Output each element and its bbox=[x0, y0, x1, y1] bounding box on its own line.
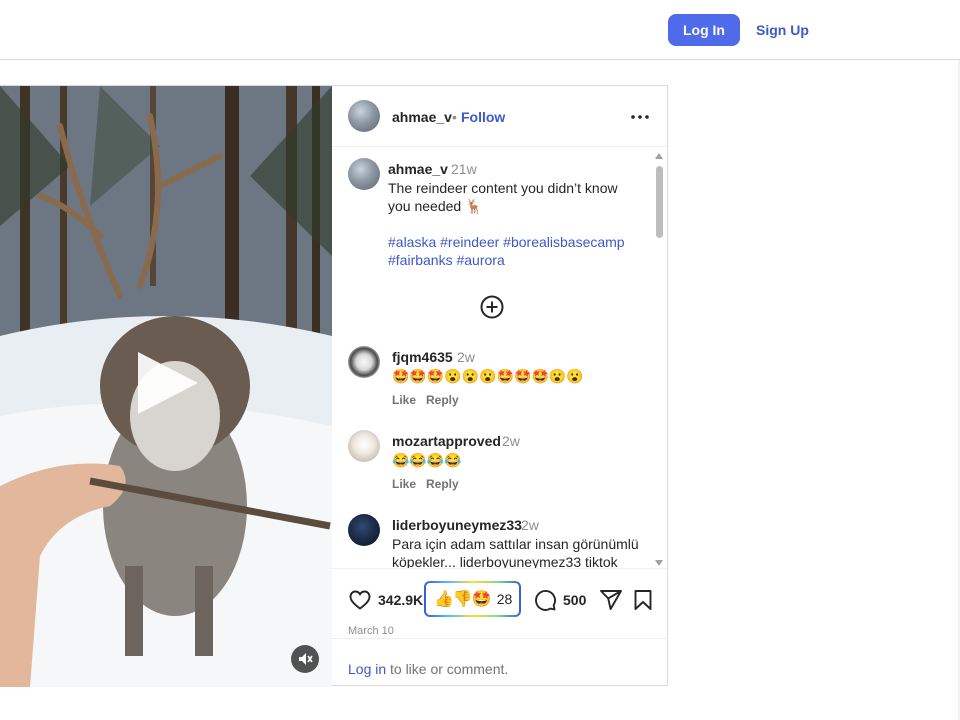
avatar[interactable] bbox=[348, 158, 380, 190]
comment-username[interactable]: mozartapproved bbox=[392, 433, 501, 449]
post-video[interactable] bbox=[0, 86, 332, 687]
heart-icon[interactable] bbox=[348, 588, 372, 612]
comments-list[interactable]: ahmae_v 21w The reindeer content you did… bbox=[332, 148, 667, 568]
caption-time: 21w bbox=[451, 161, 477, 177]
reactions-button[interactable]: 👍👎🤩 28 bbox=[424, 581, 521, 617]
comments-scrollbar[interactable] bbox=[653, 151, 665, 571]
avatar[interactable] bbox=[348, 514, 380, 546]
post-actions-bar: 342.9K 👍👎🤩 28 500 March 10 bbox=[332, 568, 667, 638]
top-navigation-bar: Log In Sign Up bbox=[0, 0, 960, 60]
speaker-muted-icon[interactable] bbox=[291, 645, 319, 673]
scroll-up-arrow-icon[interactable] bbox=[655, 153, 663, 159]
caption-hashtags[interactable]: #alaska #reindeer #borealisbasecamp #fai… bbox=[388, 233, 638, 269]
comment-text: 🤩🤩🤩😮😮😮🤩🤩🤩😮😮 bbox=[392, 368, 584, 384]
scroll-down-arrow-icon[interactable] bbox=[655, 560, 663, 566]
comment-reply-button[interactable]: Reply bbox=[426, 477, 459, 491]
scroll-thumb[interactable] bbox=[656, 166, 663, 238]
post-side-panel: ahmae_v • Follow ahmae_v 21w The reindee… bbox=[332, 86, 667, 687]
signup-link[interactable]: Sign Up bbox=[756, 22, 809, 38]
comment-time: 2w bbox=[457, 349, 475, 365]
comment-like-button[interactable]: Like bbox=[392, 393, 416, 407]
add-circle-icon[interactable] bbox=[480, 295, 504, 319]
comment-time: 2w bbox=[521, 517, 539, 533]
comment-username[interactable]: fjqm4635 bbox=[392, 349, 453, 365]
reaction-emojis: 👍👎🤩 bbox=[434, 591, 492, 608]
login-prompt: Log in to like or comment. bbox=[332, 638, 667, 687]
play-icon[interactable] bbox=[132, 348, 202, 418]
avatar[interactable] bbox=[348, 100, 380, 132]
post-card: ahmae_v • Follow ahmae_v 21w The reindee… bbox=[0, 85, 668, 687]
avatar[interactable] bbox=[348, 430, 380, 462]
comment-like-button[interactable]: Like bbox=[392, 477, 416, 491]
separator-dot: • bbox=[452, 109, 457, 125]
comment-time: 2w bbox=[502, 433, 520, 449]
comment-username[interactable]: liderboyuneymez33 bbox=[392, 517, 522, 533]
reaction-count: 28 bbox=[496, 591, 513, 607]
more-horizontal-icon[interactable] bbox=[629, 106, 651, 128]
comment-text: Para için adam sattılar insan görünümlü … bbox=[392, 536, 639, 568]
follow-button[interactable]: Follow bbox=[461, 109, 505, 125]
login-prompt-text: to like or comment. bbox=[390, 661, 509, 677]
comment-count: 500 bbox=[563, 592, 587, 608]
post-header: ahmae_v • Follow bbox=[332, 86, 667, 147]
post-date: March 10 bbox=[348, 625, 394, 637]
bookmark-icon[interactable] bbox=[631, 588, 655, 612]
like-count: 342.9K bbox=[378, 592, 424, 608]
comment-text: 😂😂😂😂 bbox=[392, 452, 462, 468]
avatar[interactable] bbox=[348, 346, 380, 378]
caption-username[interactable]: ahmae_v bbox=[388, 161, 448, 177]
post-author-username[interactable]: ahmae_v bbox=[392, 109, 452, 125]
comment-icon[interactable] bbox=[533, 588, 557, 612]
comment-reply-button[interactable]: Reply bbox=[426, 393, 459, 407]
share-send-icon[interactable] bbox=[599, 588, 623, 612]
login-link[interactable]: Log in bbox=[348, 661, 386, 677]
login-button[interactable]: Log In bbox=[668, 14, 740, 46]
caption-text: The reindeer content you didn’t know you… bbox=[388, 180, 618, 214]
